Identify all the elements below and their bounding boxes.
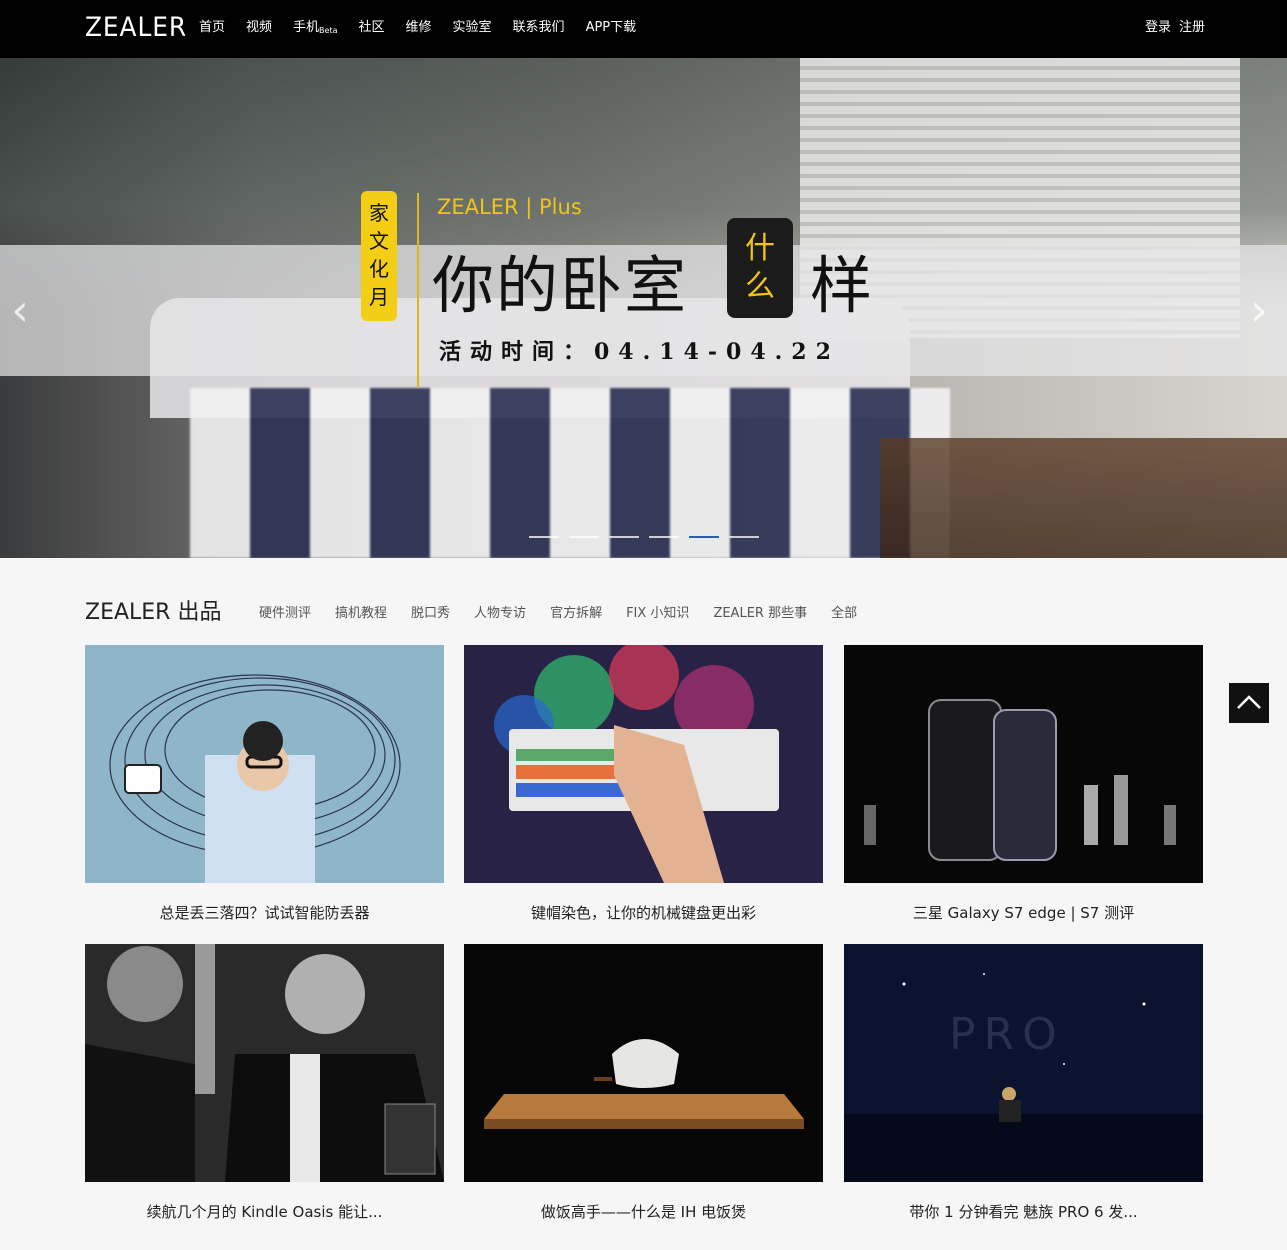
video-thumb[interactable]: PRO xyxy=(844,944,1203,1182)
chevron-up-icon xyxy=(1237,695,1261,709)
top-navbar: ZEALER 首页 视频 手机Beta 社区 维修 实验室 联系我们 APP下载… xyxy=(0,0,1287,58)
thumb-keyboard-illustration xyxy=(494,645,779,883)
carousel-dot[interactable] xyxy=(649,536,679,538)
nav-app-download[interactable]: APP下载 xyxy=(586,19,637,40)
video-title[interactable]: 键帽染色，让你的机械键盘更出彩 xyxy=(464,903,823,923)
main-nav: 首页 视频 手机Beta 社区 维修 实验室 联系我们 APP下载 xyxy=(199,19,657,40)
thumb-kindle-oasis-people xyxy=(85,944,444,1182)
filter-interview[interactable]: 人物专访 xyxy=(474,605,526,623)
carousel-dot[interactable] xyxy=(569,536,599,538)
nav-video[interactable]: 视频 xyxy=(246,19,272,40)
beta-badge: Beta xyxy=(319,26,338,35)
filter-talk-show[interactable]: 脱口秀 xyxy=(411,605,450,623)
auth-links: 登录 注册 xyxy=(1137,19,1205,37)
video-thumb[interactable] xyxy=(85,944,444,1182)
nav-repair[interactable]: 维修 xyxy=(406,19,432,40)
nav-phone-label: 手机 xyxy=(293,20,320,35)
hero-divider xyxy=(417,193,419,388)
nav-lab[interactable]: 实验室 xyxy=(453,19,492,40)
video-title[interactable]: 带你 1 分钟看完 魅族 PRO 6 发... xyxy=(844,1202,1203,1222)
video-thumb[interactable] xyxy=(85,645,444,883)
thumb-pro-text: PRO xyxy=(949,1009,1065,1060)
hero-brand: ZEALER | Plus xyxy=(437,195,582,219)
back-to-top-button[interactable] xyxy=(1229,683,1269,723)
thumb-meizu-pro6-stage: PRO xyxy=(844,944,1203,1182)
category-filters: 硬件测评 搞机教程 脱口秀 人物专访 官方拆解 FIX 小知识 ZEALER 那… xyxy=(259,605,881,623)
hero-title-box: 什么 xyxy=(727,218,793,318)
hero-tag: 家文化月 xyxy=(361,191,397,321)
section-title: ZEALER 出品 xyxy=(85,600,222,625)
video-thumb[interactable] xyxy=(844,645,1203,883)
video-thumb[interactable] xyxy=(464,645,823,883)
carousel-dots xyxy=(529,536,769,538)
hero-title-end: 样 xyxy=(810,249,873,322)
hero-bg-striped-blanket xyxy=(190,388,950,558)
video-thumb[interactable] xyxy=(464,944,823,1182)
carousel-dot[interactable] xyxy=(529,536,559,538)
carousel-dot[interactable] xyxy=(729,536,759,538)
carousel-dot[interactable] xyxy=(689,536,719,538)
filter-teardown[interactable]: 官方拆解 xyxy=(550,605,602,623)
carousel-dot[interactable] xyxy=(609,536,639,538)
hero-tag-text: 家文化月 xyxy=(369,201,389,309)
video-title[interactable]: 续航几个月的 Kindle Oasis 能让... xyxy=(85,1202,444,1222)
filter-zealer-stories[interactable]: ZEALER 那些事 xyxy=(713,605,807,623)
hero-bg-floor xyxy=(880,438,1287,558)
thumb-galaxy-s7-phones xyxy=(864,699,1176,861)
thumb-anti-lost-illustration xyxy=(109,674,401,883)
nav-home[interactable]: 首页 xyxy=(199,19,225,40)
filter-hardware-review[interactable]: 硬件测评 xyxy=(259,605,311,623)
chevron-right-icon[interactable]: › xyxy=(1239,286,1279,336)
hero-title-box-text: 什么 xyxy=(745,231,775,304)
login-link[interactable]: 登录 xyxy=(1145,19,1171,37)
thumb-rice-cooker-bowl xyxy=(484,1039,804,1129)
hero-carousel[interactable]: 家文化月 ZEALER | Plus 你的卧室 什么 样 活动时间：04.14-… xyxy=(0,58,1287,558)
hero-date: 活动时间：04.14-04.22 xyxy=(439,339,840,365)
filter-tutorial[interactable]: 搞机教程 xyxy=(335,605,387,623)
filter-fix-tips[interactable]: FIX 小知识 xyxy=(626,605,689,623)
zealer-logo[interactable]: ZEALER xyxy=(85,12,187,44)
video-title[interactable]: 三星 Galaxy S7 edge | S7 测评 xyxy=(844,903,1203,923)
nav-community[interactable]: 社区 xyxy=(359,19,385,40)
hero-title-main: 你的卧室 xyxy=(432,249,689,322)
filter-all[interactable]: 全部 xyxy=(831,605,857,623)
register-link[interactable]: 注册 xyxy=(1179,19,1205,37)
video-title[interactable]: 总是丢三落四？试试智能防丢器 xyxy=(85,903,444,923)
nav-contact[interactable]: 联系我们 xyxy=(513,19,565,40)
chevron-left-icon[interactable]: ‹ xyxy=(0,286,40,336)
nav-phone[interactable]: 手机Beta xyxy=(293,19,337,40)
video-title[interactable]: 做饭高手——什么是 IH 电饭煲 xyxy=(464,1202,823,1222)
